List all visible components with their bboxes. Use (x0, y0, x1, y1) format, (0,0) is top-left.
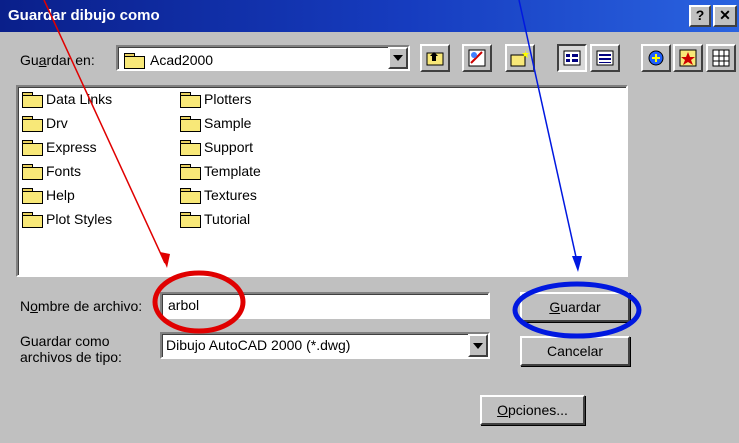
folder-item[interactable]: Textures (180, 187, 257, 204)
new-folder-icon (510, 50, 529, 67)
folder-icon (22, 92, 43, 108)
folder-item[interactable]: Sample (180, 115, 251, 132)
folder-icon (180, 116, 201, 132)
folder-item[interactable]: Fonts (22, 163, 81, 180)
cancel-button[interactable]: Cancelar (520, 336, 630, 366)
file-list[interactable]: Data Links Drv Express Fonts Help Plot S… (16, 85, 628, 277)
save-in-value: Acad2000 (124, 52, 213, 69)
new-folder-button[interactable] (505, 44, 535, 72)
options-button[interactable]: Opciones... (480, 395, 585, 425)
folder-icon (180, 92, 201, 108)
up-folder-button[interactable] (420, 44, 450, 72)
filetype-dropdown-button[interactable] (468, 334, 488, 357)
filename-value: arbol (168, 297, 200, 313)
locate-button[interactable] (641, 44, 671, 72)
open-folder-icon (124, 53, 145, 69)
folder-item[interactable]: Tutorial (180, 211, 250, 228)
folder-item[interactable]: Support (180, 139, 253, 156)
locate-icon (648, 50, 664, 66)
details-view-icon (596, 50, 614, 66)
autocad-find-button[interactable] (462, 44, 492, 72)
help-button[interactable]: ? (689, 5, 711, 27)
save-in-label: Guardar en: (20, 52, 95, 68)
save-button[interactable]: Guardar (520, 292, 630, 322)
folder-icon (22, 116, 43, 132)
filetype-value: Dibujo AutoCAD 2000 (*.dwg) (166, 337, 351, 353)
folder-icon (180, 212, 201, 228)
filename-label: Nombre de archivo: (20, 298, 143, 314)
save-in-dropdown[interactable]: Acad2000 (116, 45, 410, 71)
title-bar: Guardar dibujo como ? ✕ (0, 0, 739, 32)
favorites-button[interactable] (673, 44, 703, 72)
folder-item[interactable]: Template (180, 163, 261, 180)
folder-item[interactable]: Drv (22, 115, 68, 132)
favorites-icon (679, 49, 697, 67)
grid-options-icon (712, 49, 730, 67)
list-view-button[interactable] (557, 44, 587, 72)
folder-icon (180, 164, 201, 180)
folder-item[interactable]: Data Links (22, 91, 112, 108)
details-view-button[interactable] (590, 44, 620, 72)
folder-item[interactable]: Plotters (180, 91, 251, 108)
folder-item[interactable]: Help (22, 187, 75, 204)
folder-item[interactable]: Express (22, 139, 97, 156)
folder-icon (22, 212, 43, 228)
close-button[interactable]: ✕ (713, 5, 737, 27)
folder-icon (22, 188, 43, 204)
folder-item[interactable]: Plot Styles (22, 211, 112, 228)
folder-icon (180, 188, 201, 204)
folder-icon (22, 164, 43, 180)
list-view-icon (563, 50, 581, 66)
filetype-dropdown[interactable]: Dibujo AutoCAD 2000 (*.dwg) (160, 332, 490, 359)
folder-icon (22, 140, 43, 156)
filename-input[interactable]: arbol (160, 292, 490, 319)
up-folder-icon (426, 52, 444, 66)
autocad-find-icon (468, 49, 486, 67)
grid-options-button[interactable] (706, 44, 736, 72)
filetype-label: Guardar como archivos de tipo: (20, 333, 122, 365)
folder-icon (180, 140, 201, 156)
window-title: Guardar dibujo como (8, 7, 160, 24)
save-in-dropdown-button[interactable] (388, 47, 408, 69)
